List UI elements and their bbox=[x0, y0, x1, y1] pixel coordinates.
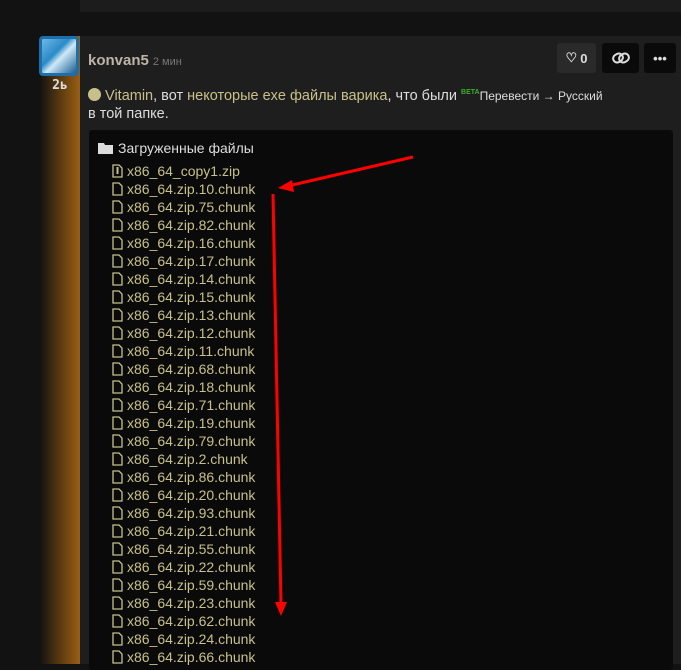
annotation-arrows bbox=[271, 155, 414, 616]
annotation-arrow-horizontal bbox=[287, 155, 414, 188]
arrowhead-down bbox=[275, 602, 287, 616]
annotation-arrow-vertical bbox=[271, 193, 283, 606]
arrowhead-left bbox=[278, 180, 294, 192]
